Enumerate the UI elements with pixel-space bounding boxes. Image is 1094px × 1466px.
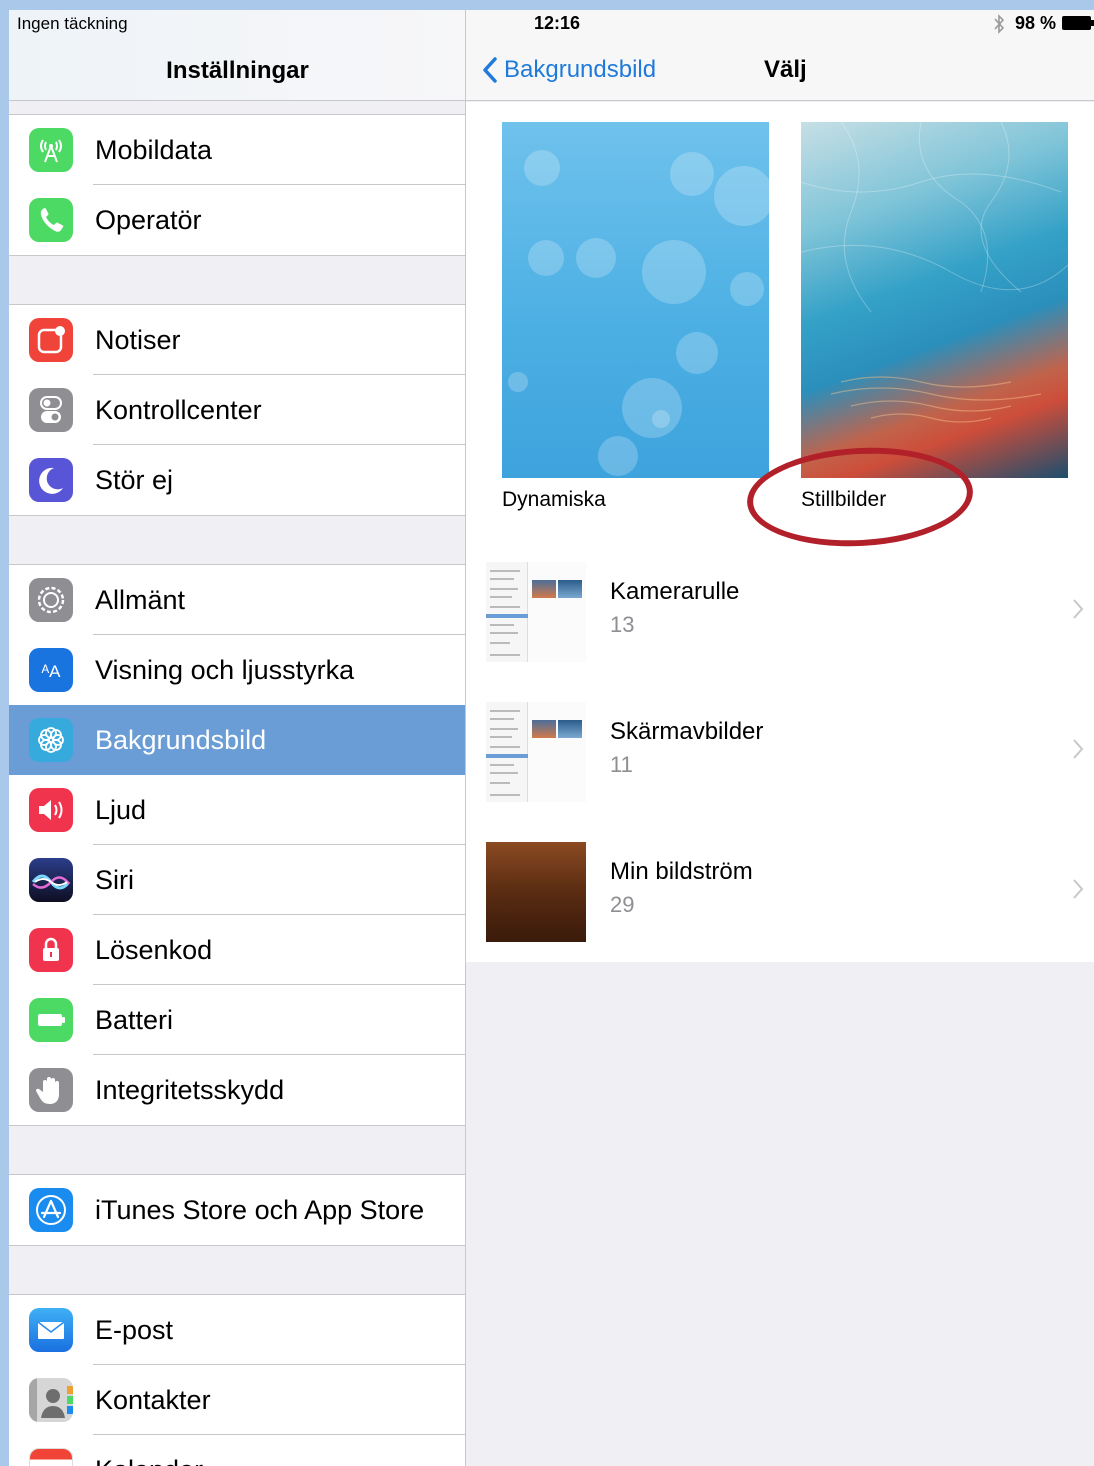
sidebar-item-label: E-post xyxy=(95,1315,174,1345)
sidebar-item-bakgrundsbild[interactable]: Bakgrundsbild xyxy=(9,705,465,775)
chevron-right-icon xyxy=(1073,739,1084,759)
sidebar-item-ljud[interactable]: Ljud xyxy=(9,775,465,845)
gear-icon xyxy=(29,578,73,622)
sidebar-item-label: Stör ej xyxy=(95,465,174,495)
bluetooth-icon xyxy=(994,14,1005,34)
settings-window: Ingen täckning Inställningar Mobildata O… xyxy=(0,0,1094,1466)
settings-group-notifications: Notiser Kontrollcenter Stör ej xyxy=(9,304,465,516)
cellular-icon xyxy=(29,128,73,172)
sidebar-item-allmant[interactable]: Allmänt xyxy=(9,565,465,635)
calendar-icon xyxy=(29,1448,73,1466)
phone-icon xyxy=(29,198,73,242)
album-thumbnail xyxy=(486,702,586,802)
settings-group-network: Mobildata Operatör xyxy=(9,114,465,256)
dynamic-wallpaper-label: Dynamiska xyxy=(502,488,606,511)
sidebar-item-label: Mobildata xyxy=(95,135,213,165)
chevron-left-icon xyxy=(483,57,497,83)
wallpaper-icon xyxy=(29,718,73,762)
sidebar-item-itunes-app-store[interactable]: iTunes Store och App Store xyxy=(9,1175,465,1245)
sidebar-item-label: Ljud xyxy=(95,795,147,825)
status-time: 12:16 xyxy=(534,13,581,33)
sidebar-item-label: Visning och ljusstyrka xyxy=(95,655,355,685)
notifications-icon xyxy=(29,318,73,362)
sidebar-item-label: Kontrollcenter xyxy=(95,395,262,425)
display-icon: ᴬA xyxy=(29,648,73,692)
album-thumbnail xyxy=(486,842,586,942)
sidebar-item-stor-ej[interactable]: Stör ej xyxy=(9,445,465,515)
contacts-icon xyxy=(29,1378,73,1422)
carrier-status: Ingen täckning xyxy=(17,14,128,33)
sidebar-item-label: iTunes Store och App Store xyxy=(95,1195,425,1225)
sidebar-item-label: Kontakter xyxy=(95,1385,211,1415)
mail-icon xyxy=(29,1308,73,1352)
chevron-right-icon xyxy=(1073,599,1084,619)
sidebar-item-operator[interactable]: Operatör xyxy=(9,185,465,255)
sidebar-item-losenkod[interactable]: Lösenkod xyxy=(9,915,465,985)
dynamic-wallpaper-thumbnail[interactable] xyxy=(502,122,769,478)
sidebar-item-label: Kalender xyxy=(95,1435,203,1466)
battery-status-icon xyxy=(1062,16,1094,30)
back-button-label: Bakgrundsbild xyxy=(504,56,657,83)
album-title: Min bildström xyxy=(610,858,753,885)
siri-icon xyxy=(29,858,73,902)
album-count: 29 xyxy=(610,892,635,917)
detail-header: 12:16 98 % Bakgrundsbild Välj xyxy=(466,10,1094,101)
album-row-screenshots[interactable]: Skärmavbilder 11 xyxy=(466,682,1094,822)
sidebar-item-e-post[interactable]: E-post xyxy=(9,1295,465,1365)
still-wallpaper-thumbnail[interactable] xyxy=(801,122,1068,478)
sidebar-item-kontrollcenter[interactable]: Kontrollcenter xyxy=(9,375,465,445)
album-count: 11 xyxy=(610,752,633,777)
sidebar-item-label: Batteri xyxy=(95,1005,174,1035)
frame-border-top xyxy=(0,0,1094,10)
sidebar-item-integritetsskydd[interactable]: Integritetsskydd xyxy=(9,1055,465,1125)
sidebar-item-kontakter[interactable]: Kontakter xyxy=(9,1365,465,1435)
sidebar-item-mobildata[interactable]: Mobildata xyxy=(9,115,465,185)
hand-icon xyxy=(29,1068,73,1112)
album-title: Skärmavbilder xyxy=(610,718,764,745)
sidebar-item-label: Bakgrundsbild xyxy=(95,725,267,755)
sidebar-item-label: Integritetsskydd xyxy=(95,1075,285,1105)
battery-icon xyxy=(29,998,73,1042)
sidebar-item-kalender[interactable]: Kalender xyxy=(9,1435,465,1466)
sidebar-item-siri[interactable]: Siri xyxy=(9,845,465,915)
settings-group-store: iTunes Store och App Store xyxy=(9,1174,465,1246)
album-row-camera-roll[interactable]: Kamerarulle 13 xyxy=(466,542,1094,682)
sidebar-item-label: Siri xyxy=(95,865,134,895)
wallpaper-detail-pane: 12:16 98 % Bakgrundsbild Välj Dynamiska … xyxy=(466,10,1094,1466)
album-thumbnail xyxy=(486,562,586,662)
control-center-icon xyxy=(29,388,73,432)
back-button[interactable]: Bakgrundsbild xyxy=(482,52,656,88)
battery-percentage: 98 % xyxy=(1015,13,1057,33)
album-count: 13 xyxy=(610,612,635,637)
settings-sidebar: Ingen täckning Inställningar Mobildata O… xyxy=(9,10,466,1466)
album-title: Kamerarulle xyxy=(610,578,740,605)
frame-border-left xyxy=(0,0,9,1466)
sidebar-item-label: Allmänt xyxy=(95,585,186,615)
svg-text:ᴬA: ᴬA xyxy=(40,662,61,681)
app-store-icon xyxy=(29,1188,73,1232)
sidebar-item-visning[interactable]: ᴬA Visning och ljusstyrka xyxy=(9,635,465,705)
sidebar-header: Ingen täckning Inställningar xyxy=(9,10,465,101)
sidebar-item-label: Operatör xyxy=(95,205,202,235)
settings-group-accounts: E-post Kontakter Kalender xyxy=(9,1294,465,1466)
sidebar-title: Inställningar xyxy=(166,57,309,84)
page-title: Välj xyxy=(764,56,807,83)
sidebar-item-batteri[interactable]: Batteri xyxy=(9,985,465,1055)
moon-icon xyxy=(29,458,73,502)
settings-group-general: Allmänt ᴬA Visning och ljusstyrka Bakgru… xyxy=(9,564,465,1126)
speaker-icon xyxy=(29,788,73,832)
album-row-photo-stream[interactable]: Min bildström 29 xyxy=(466,822,1094,962)
chevron-right-icon xyxy=(1073,879,1084,899)
sidebar-item-label: Notiser xyxy=(95,325,181,355)
sidebar-item-label: Lösenkod xyxy=(95,935,213,965)
lock-icon xyxy=(29,928,73,972)
sidebar-item-notiser[interactable]: Notiser xyxy=(9,305,465,375)
still-wallpaper-texture xyxy=(801,122,1068,423)
